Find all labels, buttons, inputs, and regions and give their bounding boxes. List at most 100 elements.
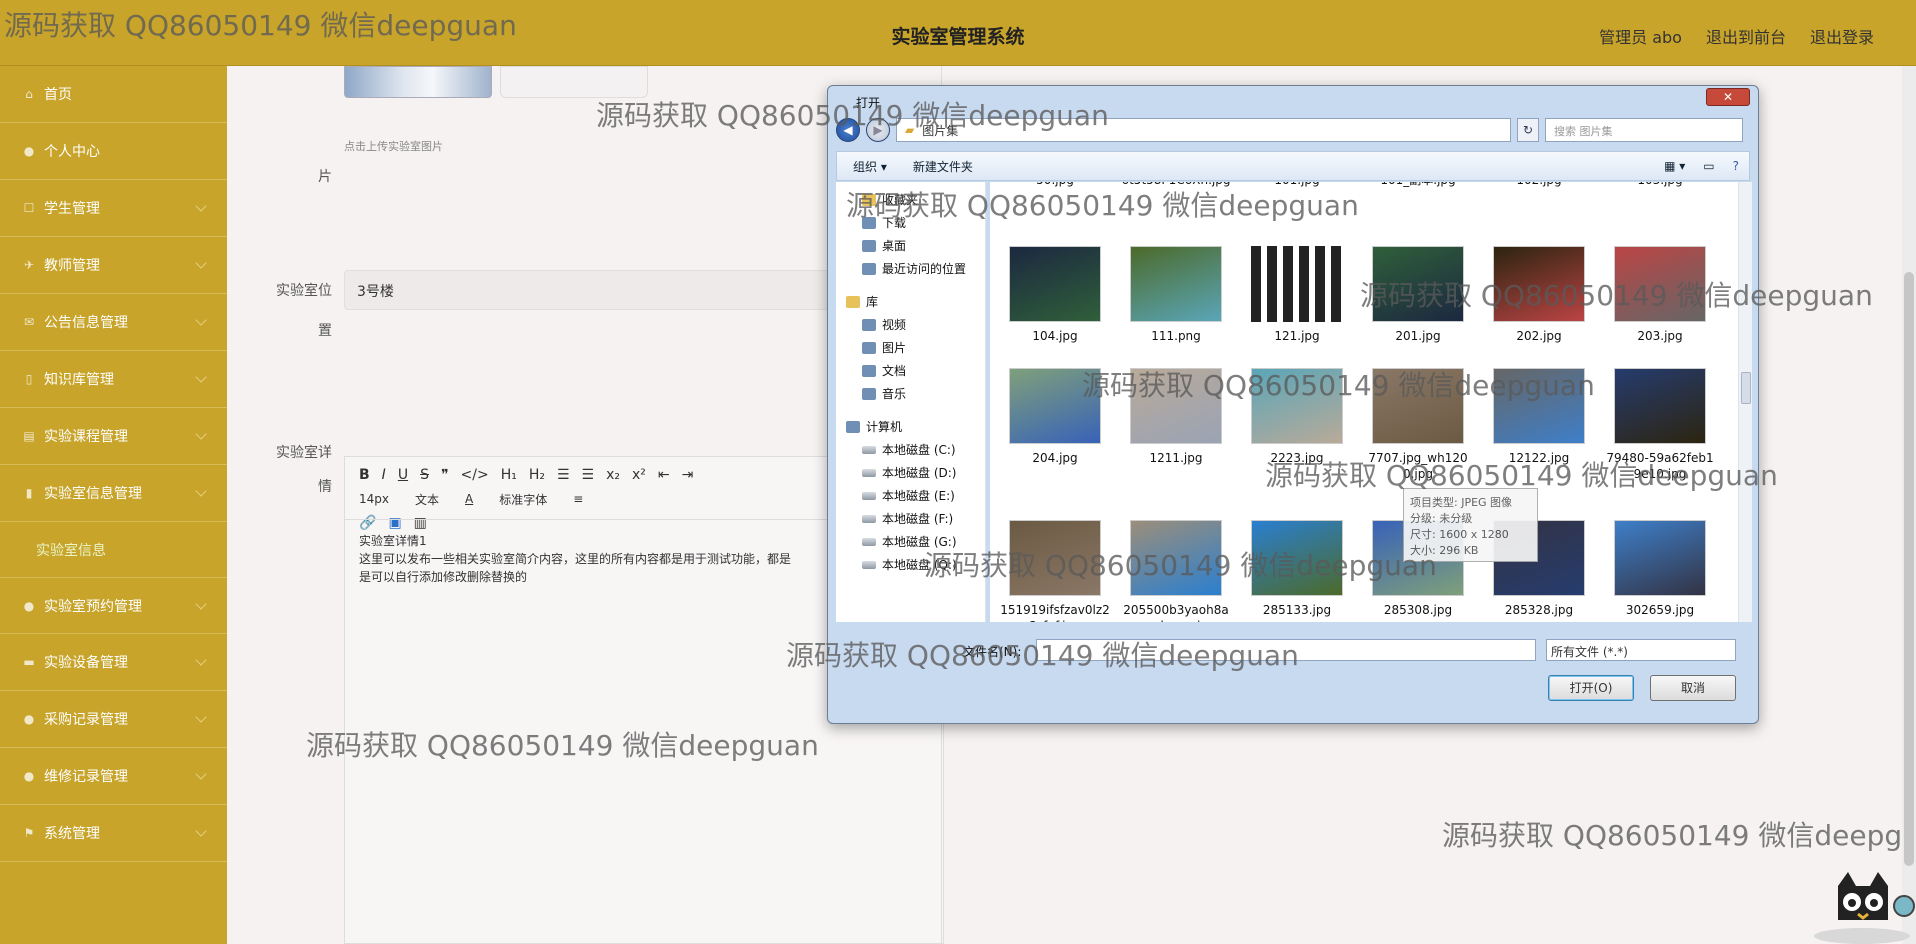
file-tile[interactable]: 202.jpg [1484, 246, 1594, 344]
file-tile[interactable]: 103.jpg [1605, 182, 1715, 188]
file-tile[interactable]: 101.jpg [1242, 182, 1352, 188]
block-type-select[interactable]: 文本 [415, 491, 439, 508]
sidebar-item-booking[interactable]: ● 实验室预约管理 [0, 577, 227, 634]
cancel-button[interactable]: 取消 [1650, 675, 1736, 701]
dialog-search-input[interactable]: 搜索 图片集 [1545, 118, 1743, 142]
align-icon[interactable]: ≡ [573, 492, 583, 506]
strike-button[interactable]: S [420, 467, 429, 483]
file-tile[interactable]: 104.jpg [1000, 246, 1110, 344]
file-tile[interactable]: 111.png [1121, 246, 1231, 344]
outdent-icon[interactable]: ⇤ [658, 467, 670, 483]
refresh-icon[interactable]: ↻ [1517, 118, 1539, 142]
quote-icon[interactable]: ❞ [441, 467, 449, 483]
file-tile[interactable]: 121.jpg [1242, 246, 1352, 344]
sidebar-item-profile[interactable]: ● 个人中心 [0, 123, 227, 180]
file-tile[interactable]: 102.jpg [1484, 182, 1594, 188]
file-tile[interactable]: 285133.jpg [1242, 520, 1352, 618]
file-tile[interactable]: 79480-59a62feb19e10.jpg [1605, 368, 1715, 482]
code-icon[interactable]: </> [461, 467, 489, 483]
nav-computer[interactable]: 计算机 [836, 415, 985, 438]
bold-button[interactable]: B [359, 467, 370, 483]
file-tile[interactable]: 6t5t58P1C6Xh.jpg [1121, 182, 1231, 188]
filetype-select[interactable]: 所有文件 (*.*) [1546, 639, 1736, 661]
forward-icon[interactable]: ▶ [866, 118, 890, 142]
sidebar-item-teachers[interactable]: ✈ 教师管理 [0, 237, 227, 294]
preview-pane-icon[interactable]: ▭ [1703, 159, 1714, 173]
subscript-button[interactable]: x₂ [606, 467, 620, 483]
mascot-icon[interactable] [1808, 866, 1916, 944]
filename-input[interactable] [1036, 639, 1536, 661]
nav-docs[interactable]: 文档 [836, 359, 985, 382]
nav-drive[interactable]: 本地磁盘 (F:) [836, 507, 985, 530]
file-tile[interactable]: 205500b3yaoh8aszydyoon.jpg [1121, 520, 1231, 622]
nav-drive[interactable]: 本地磁盘 (D:) [836, 461, 985, 484]
breadcrumb[interactable]: 图片集 [922, 122, 958, 139]
file-tile[interactable]: 201.jpg [1363, 246, 1473, 344]
file-tile[interactable]: 204.jpg [1000, 368, 1110, 466]
indent-icon[interactable]: ⇥ [682, 467, 694, 483]
nav-favorites[interactable]: 收藏夹 [836, 188, 985, 211]
nav-drive[interactable]: 本地磁盘 (C:) [836, 438, 985, 461]
uploaded-image-thumb[interactable] [344, 66, 492, 98]
nav-recent[interactable]: 最近访问的位置 [836, 257, 985, 280]
h1-button[interactable]: H₁ [501, 467, 517, 483]
sidebar-item-system[interactable]: ⚑ 系统管理 [0, 805, 227, 862]
file-tile[interactable]: 302659.jpg [1605, 520, 1715, 618]
dialog-close-button[interactable]: ✕ [1706, 88, 1750, 106]
page-scrollbar-thumb[interactable] [1904, 272, 1914, 866]
file-tile[interactable]: 2223.jpg [1242, 368, 1352, 466]
logout-link[interactable]: 退出登录 [1810, 24, 1874, 48]
back-icon[interactable]: ◀ [836, 118, 860, 142]
organize-menu[interactable]: 组织 ▾ [853, 158, 887, 175]
sidebar-item-knowledge[interactable]: ▯ 知识库管理 [0, 351, 227, 408]
help-icon[interactable]: ? [1733, 159, 1739, 173]
sidebar-item-devices[interactable]: ▬ 实验设备管理 [0, 634, 227, 691]
to-front-link[interactable]: 退出到前台 [1706, 24, 1786, 48]
sidebar-item-notices[interactable]: ✉ 公告信息管理 [0, 294, 227, 351]
underline-button[interactable]: U [398, 467, 408, 483]
view-options-icon[interactable]: ▦ ▾ [1664, 159, 1685, 173]
font-color-icon[interactable]: A [465, 492, 473, 506]
file-tile[interactable]: 101_副本.jpg [1363, 182, 1473, 188]
sidebar-item-repair[interactable]: ● 维修记录管理 [0, 748, 227, 805]
file-tile[interactable]: 7707.jpg_wh1200.jpg [1363, 368, 1473, 482]
sidebar-subitem-lab-info[interactable]: 实验室信息 [0, 522, 227, 577]
page-scrollbar[interactable] [1902, 66, 1916, 944]
nav-music[interactable]: 音乐 [836, 382, 985, 405]
user-icon: ● [23, 144, 35, 158]
sidebar-item-students[interactable]: ☐ 学生管理 [0, 180, 227, 237]
file-tile[interactable]: 151919ifsfzav0lz23sfqf.jpg [1000, 520, 1110, 622]
file-thumbnail [1009, 368, 1101, 444]
sidebar-item-home[interactable]: ⌂ 首页 [0, 66, 227, 123]
h2-button[interactable]: H₂ [529, 467, 545, 483]
file-tile[interactable]: 1211.jpg [1121, 368, 1231, 466]
desktop-icon [862, 239, 876, 252]
nav-drive[interactable]: 本地磁盘 (E:) [836, 484, 985, 507]
address-bar[interactable]: ▰ 图片集 [896, 118, 1511, 142]
navigation-pane: 收藏夹 下载 桌面 最近访问的位置 库 视频 图片 文档 音乐 计算机 本地磁盘… [836, 182, 986, 622]
nav-drive[interactable]: 本地磁盘 (Q:) [836, 553, 985, 576]
superscript-button[interactable]: x² [632, 467, 646, 483]
nav-library[interactable]: 库 [836, 290, 985, 313]
nav-desktop[interactable]: 桌面 [836, 234, 985, 257]
nav-drive[interactable]: 本地磁盘 (G:) [836, 530, 985, 553]
font-size-select[interactable]: 14px [359, 492, 389, 506]
nav-pictures[interactable]: 图片 [836, 336, 985, 359]
file-tile[interactable]: 50.jpg [1000, 182, 1110, 188]
nav-downloads[interactable]: 下载 [836, 211, 985, 234]
nav-video[interactable]: 视频 [836, 313, 985, 336]
italic-button[interactable]: I [382, 467, 386, 483]
sidebar-item-lab-info[interactable]: ▮ 实验室信息管理 [0, 465, 227, 522]
file-tile[interactable]: 12122.jpg [1484, 368, 1594, 466]
upload-slot[interactable] [500, 66, 648, 98]
font-family-select[interactable]: 标准字体 [499, 491, 547, 508]
new-folder-button[interactable]: 新建文件夹 [913, 158, 973, 175]
file-tile[interactable]: 203.jpg [1605, 246, 1715, 344]
file-grid-scrollbar[interactable] [1738, 182, 1752, 622]
sidebar-item-courses[interactable]: ▤ 实验课程管理 [0, 408, 227, 465]
sidebar-item-purchase[interactable]: ● 采购记录管理 [0, 691, 227, 748]
bullet-list-icon[interactable]: ☰ [582, 467, 595, 483]
ordered-list-icon[interactable]: ☰ [557, 467, 570, 483]
open-button[interactable]: 打开(O) [1548, 675, 1634, 701]
file-grid-scrollbar-thumb[interactable] [1741, 372, 1751, 404]
